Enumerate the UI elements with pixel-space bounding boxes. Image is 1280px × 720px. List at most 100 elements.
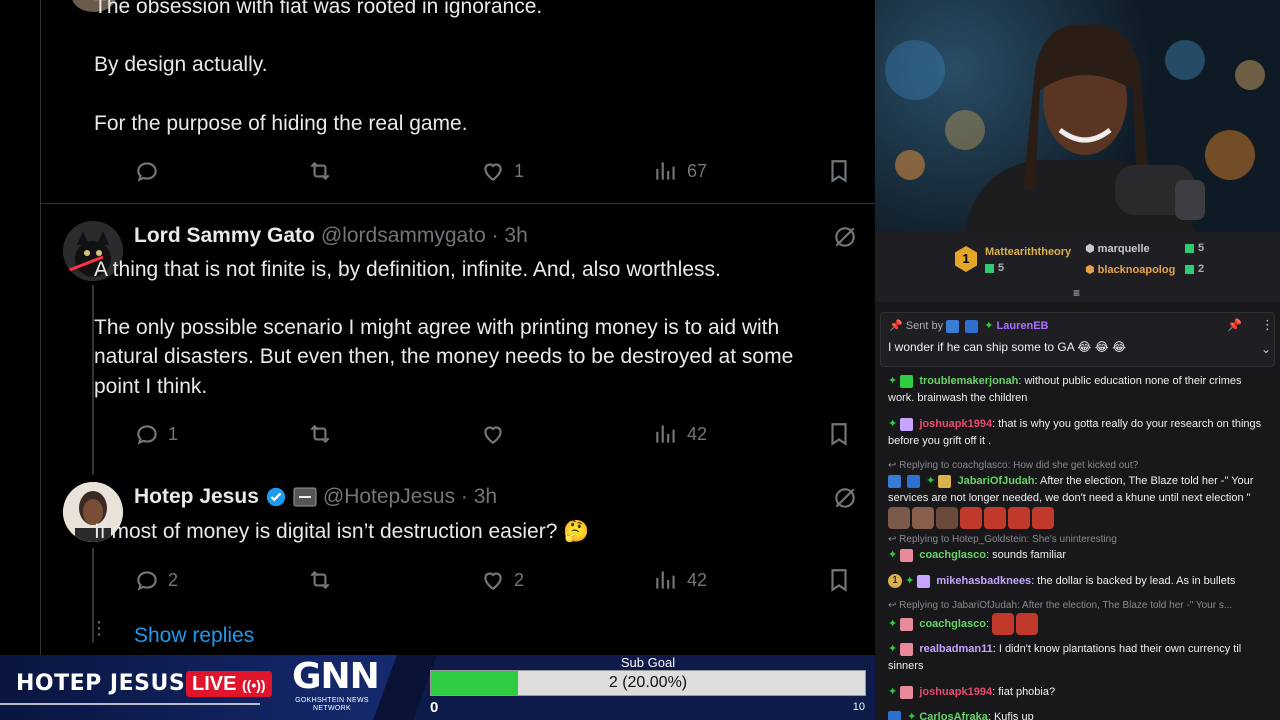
author-handle[interactable]: @lordsammygato · 3h xyxy=(321,224,528,248)
gift-badge-icon: ✦ xyxy=(907,711,917,720)
chat-username[interactable]: JabariOfJudah xyxy=(957,475,1034,487)
chat-username[interactable]: coachglasco xyxy=(919,549,986,561)
pin-icon: 📌 xyxy=(889,320,903,332)
leaderboard-user[interactable]: Matteariththeory xyxy=(985,246,1071,258)
retweet-button[interactable] xyxy=(307,565,333,595)
collapse-icon[interactable]: ≡ xyxy=(1073,286,1080,300)
bookmark-button[interactable] xyxy=(826,565,852,595)
stream-lower-bar: HOTEP JESUS LIVE ((•)) GNN GOKHSHTEIN NE… xyxy=(0,655,875,720)
reply-icon xyxy=(137,571,157,591)
leaderboard-count: 5 xyxy=(985,262,1004,274)
chat-username[interactable]: troublemakerjonah xyxy=(919,375,1018,387)
chat-message: ✦ coachglasco: sounds familiar xyxy=(888,547,1268,564)
bookmark-button[interactable] xyxy=(826,419,852,449)
sub-goal-progress-text: 2 (20.00%) xyxy=(608,674,688,691)
verified-badge-icon xyxy=(266,487,286,507)
pinned-message: 📌 Sent by ✦ LaurenEB 📌 ⋮ I wonder if he … xyxy=(880,312,1275,367)
subscriber-badge xyxy=(907,474,921,488)
reply-count: 2 xyxy=(168,569,179,590)
like-count: 2 xyxy=(514,569,525,590)
retweet-button[interactable] xyxy=(307,156,333,186)
show-replies-link[interactable]: Show replies xyxy=(134,624,254,648)
retweet-button[interactable] xyxy=(307,419,333,449)
reply-button[interactable]: 2 xyxy=(134,565,178,595)
expand-chevron-icon[interactable]: ⌄ xyxy=(1261,342,1271,356)
chat-message: ✦ CarlosAfraka: Kufis up xyxy=(888,709,1268,720)
views-icon xyxy=(656,162,675,180)
reply-header[interactable]: ↩ Replying to JabariOfJudah: After the e… xyxy=(888,600,1232,611)
bookmark-button[interactable] xyxy=(826,156,852,186)
views-button[interactable]: 67 xyxy=(653,156,707,186)
views-icon xyxy=(656,425,675,443)
reply-header[interactable]: ↩ Replying to coachglasco: How did she g… xyxy=(888,460,1138,471)
sub-goal-max: 10 xyxy=(852,701,865,713)
chat-text: : fiat phobia? xyxy=(992,686,1056,698)
emote-icon xyxy=(1032,507,1054,529)
post-divider xyxy=(40,203,875,204)
chat-username[interactable]: coachglasco xyxy=(919,618,986,630)
post-actions: 2 2 42 xyxy=(94,565,847,595)
emote-icon xyxy=(936,507,958,529)
emote-icon xyxy=(912,507,934,529)
twitter-thread-pane: The obsession with fiat was rooted in ig… xyxy=(0,0,875,655)
sub-badge xyxy=(900,617,914,631)
emote-icon xyxy=(984,507,1006,529)
pinned-more-icon[interactable]: ⋮ xyxy=(1261,317,1274,333)
leaderboard-count: 2 xyxy=(1185,263,1204,275)
post-text-line: point I think. xyxy=(94,375,208,398)
pinned-user[interactable]: LaurenEB xyxy=(997,320,1049,332)
like-button[interactable]: 1 xyxy=(480,156,524,186)
subscriber-badge xyxy=(965,319,979,333)
sub-badge xyxy=(900,642,914,656)
chat-username[interactable]: CarlosAfraka xyxy=(919,711,987,720)
chat-message: 1 ✦ mikehasbadknees: the dollar is backe… xyxy=(888,573,1268,590)
author-name[interactable]: Lord Sammy Gato xyxy=(134,224,315,248)
reply-header[interactable]: ↩ Replying to Hotep_Goldstein: She's uni… xyxy=(888,534,1117,545)
reply-button[interactable] xyxy=(134,156,160,186)
stream-chat: 1 Matteariththeory 5 ⬢ marquelle 5 ⬢ bla… xyxy=(875,232,1280,720)
subscriber-badge xyxy=(888,710,901,720)
chat-text: : Kufis up xyxy=(987,711,1034,720)
sub-badge xyxy=(900,548,914,562)
gift-badge-icon: ✦ xyxy=(926,475,936,487)
leaderboard-user[interactable]: ⬢ blacknoapolog xyxy=(1085,263,1175,276)
post-actions: 1 42 xyxy=(94,419,847,449)
grok-icon xyxy=(835,227,855,247)
chat-message: ✦ troublemakerjonah: without public educ… xyxy=(888,373,1268,407)
chat-username[interactable]: joshuapk1994 xyxy=(919,418,992,430)
title-underline xyxy=(0,703,260,705)
webcam-feed xyxy=(875,0,1280,232)
chat-text: : sounds familiar xyxy=(985,549,1067,561)
like-button[interactable]: 2 xyxy=(480,565,524,595)
more-dots-icon: ⋮ xyxy=(90,618,108,638)
show-title: HOTEP JESUS xyxy=(16,671,186,696)
leaderboard-user[interactable]: ⬢ marquelle xyxy=(1085,242,1150,255)
reply-button[interactable]: 1 xyxy=(134,419,178,449)
views-button[interactable]: 42 xyxy=(653,565,707,595)
gift-gem-icon xyxy=(985,263,994,273)
rank-3-icon: ⬢ xyxy=(1085,264,1098,276)
grok-button[interactable] xyxy=(832,485,858,511)
grok-icon xyxy=(835,488,855,508)
views-button[interactable]: 42 xyxy=(653,419,707,449)
chat-message: ✦ JabariOfJudah: After the election, The… xyxy=(888,473,1268,529)
live-label: LIVE xyxy=(192,673,237,695)
retweet-icon xyxy=(310,424,330,444)
emote-icon xyxy=(888,507,910,529)
chat-username[interactable]: mikehasbadknees xyxy=(936,575,1031,587)
unpin-icon[interactable]: 📌 xyxy=(1227,318,1242,332)
gift-badge-icon: ✦ xyxy=(888,686,898,698)
post-text-line: natural disasters. But even then, the mo… xyxy=(94,345,794,368)
author-name[interactable]: Hotep Jesus xyxy=(134,485,259,509)
retweet-icon xyxy=(310,570,330,590)
like-button[interactable] xyxy=(480,419,506,449)
author-handle[interactable]: @HotepJesus · 3h xyxy=(323,485,497,509)
chat-username[interactable]: joshuapk1994 xyxy=(919,686,992,698)
chat-message: ✦ joshuapk1994: fiat phobia? xyxy=(888,684,1268,701)
grok-button[interactable] xyxy=(832,224,858,250)
gift-badge-icon: ✦ xyxy=(888,549,898,561)
heart-icon xyxy=(484,426,502,444)
post-text-line: For the purpose of hiding the real game. xyxy=(94,112,468,135)
chat-username[interactable]: realbadman11 xyxy=(919,643,992,655)
gnn-logo-subtitle: GOKHSHTEIN NEWS NETWORK xyxy=(295,697,369,712)
